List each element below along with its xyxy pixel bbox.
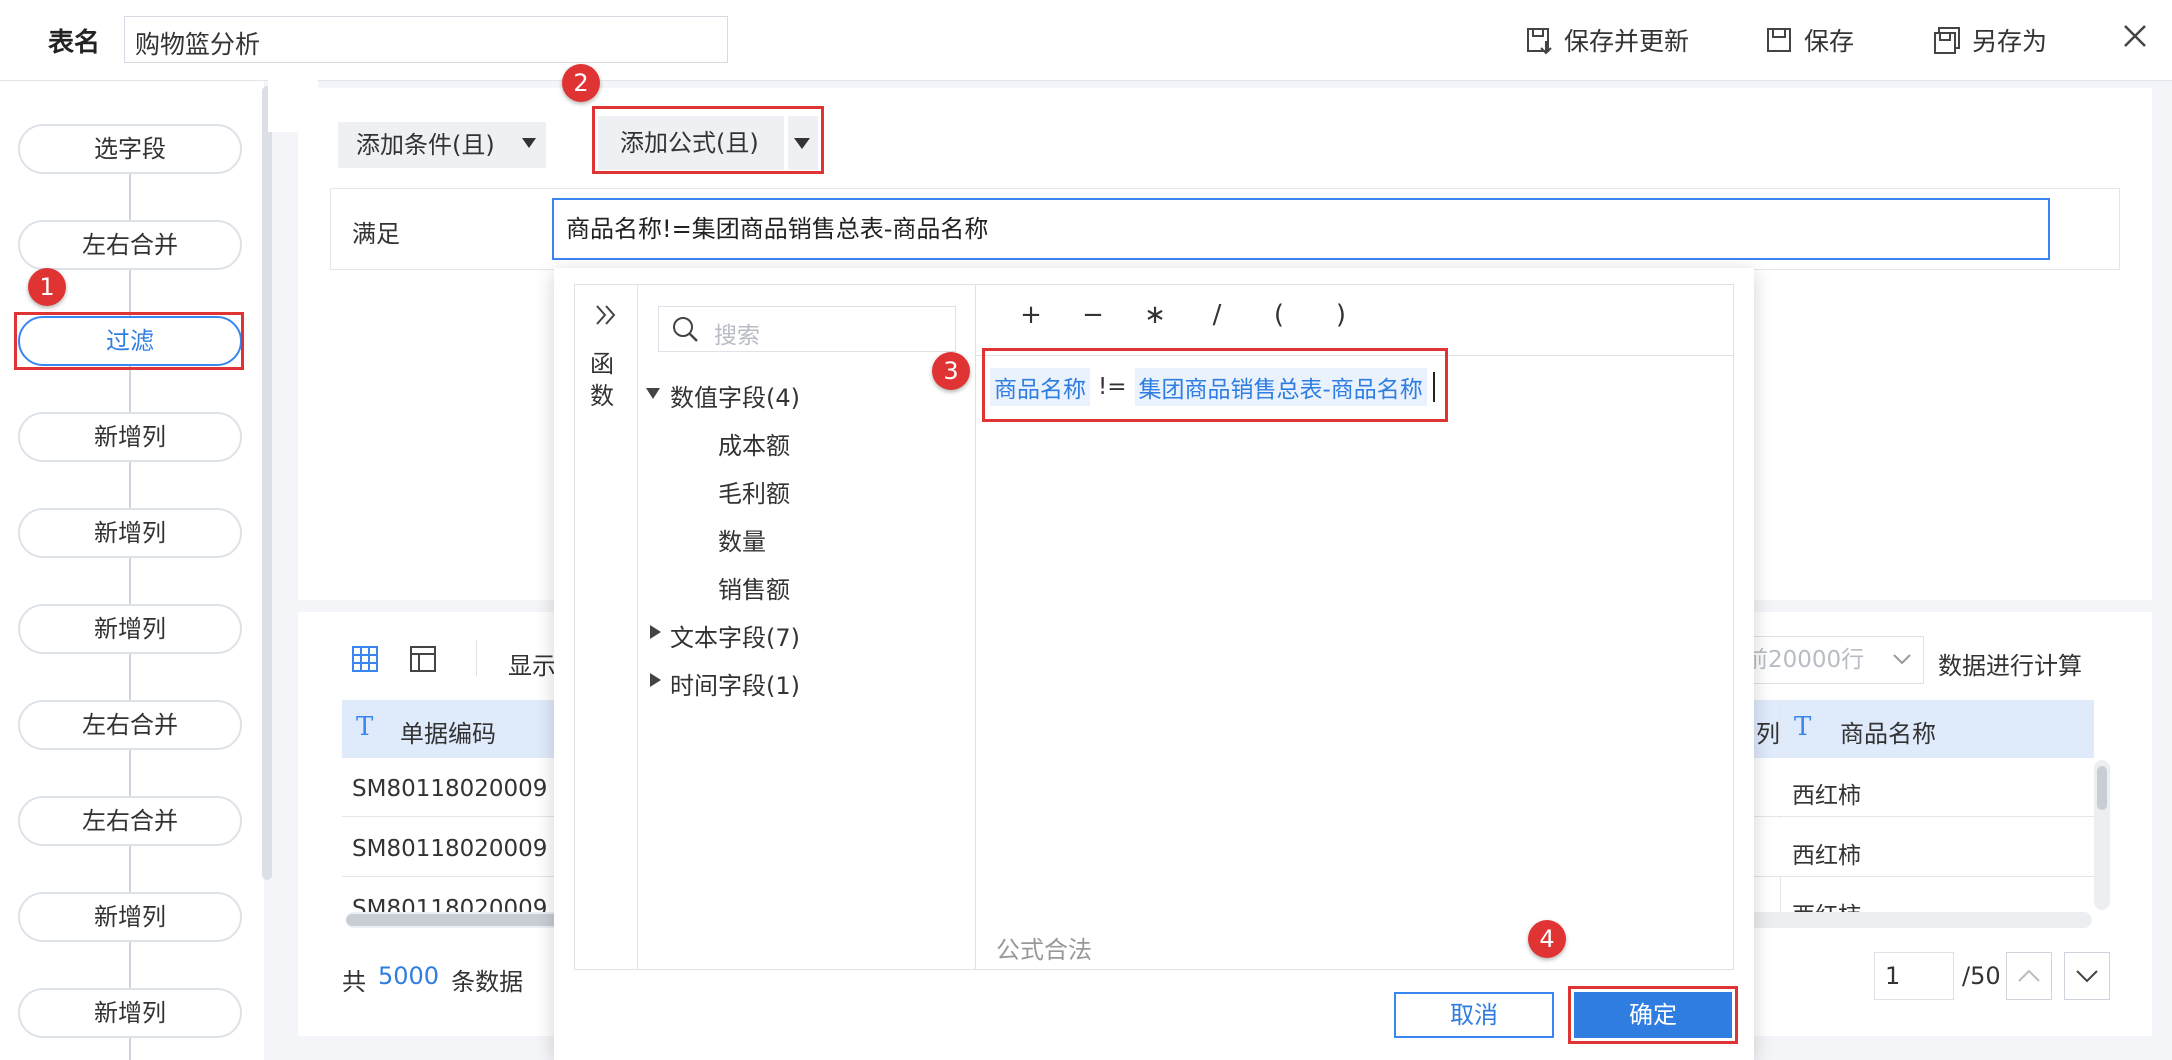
step-badge-2: 2 <box>562 64 600 102</box>
operator-close-paren[interactable]: ) <box>1326 300 1356 330</box>
step-badge-4: 4 <box>1528 920 1566 958</box>
text-type-icon: T <box>1794 712 1812 742</box>
add-condition-button[interactable]: 添加条件(且) <box>338 122 548 168</box>
page-total: /50 <box>1962 962 2001 990</box>
total-count: 共 5000 条数据 <box>342 962 523 997</box>
formula-status: 公式合法 <box>996 936 1092 964</box>
step-new-column-5[interactable]: 新增列 <box>18 988 242 1038</box>
field-item[interactable]: 数量 <box>718 522 766 557</box>
toolbar-divider <box>476 640 477 676</box>
save-update-icon <box>1527 28 1552 55</box>
page-number-input[interactable]: 1 <box>1874 952 1954 1000</box>
cell-product-name: 西红柿 <box>1792 783 1861 809</box>
condition-separator <box>546 118 556 172</box>
text-type-icon: T <box>356 712 374 742</box>
search-placeholder: 搜索 <box>714 323 760 349</box>
highlight-box-1 <box>14 312 244 370</box>
field-item[interactable]: 成本额 <box>718 426 790 461</box>
highlight-box-2 <box>592 106 824 174</box>
close-icon[interactable] <box>2117 18 2153 54</box>
operator-plus[interactable]: + <box>1016 300 1046 330</box>
operator-minus[interactable]: − <box>1078 300 1108 330</box>
show-label: 显示 <box>508 652 556 680</box>
caret-down-icon[interactable] <box>646 388 660 399</box>
step-badge-3: 3 <box>932 352 970 390</box>
table-name-input[interactable]: 购物篮分析 <box>124 16 728 63</box>
step-merge-1[interactable]: 左右合并 <box>18 220 242 270</box>
cell-doc-code: SM80118020009 <box>352 776 548 802</box>
chevron-up-icon <box>2018 969 2040 982</box>
step-new-column-4[interactable]: 新增列 <box>18 892 242 942</box>
total-number: 5000 <box>378 962 440 990</box>
save-icon <box>1767 28 1791 52</box>
operator-divide[interactable]: / <box>1202 300 1232 330</box>
save-button[interactable]: 保存 <box>1764 20 1854 60</box>
field-item[interactable]: 销售额 <box>718 570 790 605</box>
satisfy-label: 满足 <box>352 220 400 248</box>
save-and-update-label: 保存并更新 <box>1564 27 1690 56</box>
chevron-down-icon[interactable] <box>1892 652 1912 666</box>
layout-view-icon[interactable] <box>408 644 438 674</box>
search-icon <box>673 317 698 342</box>
save-as-button[interactable]: 另存为 <box>1932 20 2047 60</box>
table-name-label: 表名 <box>48 28 101 58</box>
total-prefix: 共 <box>342 968 366 996</box>
total-suffix: 条数据 <box>451 968 524 996</box>
prev-page-button[interactable] <box>2006 952 2052 1000</box>
cancel-button[interactable]: 取消 <box>1394 992 1554 1038</box>
function-label[interactable]: 函数 <box>590 348 614 412</box>
chevron-down-icon <box>2076 970 2098 983</box>
operator-open-paren[interactable]: ( <box>1264 300 1294 330</box>
step-new-column-1[interactable]: 新增列 <box>18 412 242 462</box>
column-header-hidden-tail: 列 <box>1756 720 1780 748</box>
highlight-box-3 <box>982 348 1448 422</box>
field-group-time[interactable]: 时间字段(1) <box>670 666 800 701</box>
step-new-column-3[interactable]: 新增列 <box>18 604 242 654</box>
field-search-input[interactable] <box>658 306 956 352</box>
vertical-scroll-thumb[interactable] <box>2097 766 2107 810</box>
save-as-icon <box>1934 27 1960 54</box>
double-chevron-right-icon[interactable] <box>592 302 620 328</box>
cell-product-name: 西红柿 <box>1792 843 1861 869</box>
step-select-fields[interactable]: 选字段 <box>18 124 242 174</box>
field-group-text[interactable]: 文本字段(7) <box>670 618 800 653</box>
cell-doc-code: SM80118020009 <box>352 836 548 862</box>
grid-view-icon[interactable] <box>350 644 380 674</box>
highlight-box-4 <box>1568 986 1738 1044</box>
add-condition-dropdown-icon[interactable] <box>522 138 536 148</box>
step-merge-3[interactable]: 左右合并 <box>18 796 242 846</box>
column-header-product-name[interactable]: 商品名称 <box>1840 714 1936 749</box>
save-label: 保存 <box>1804 27 1855 56</box>
step-new-column-2[interactable]: 新增列 <box>18 508 242 558</box>
panel-tab-gap <box>268 80 318 132</box>
horizontal-scroll-thumb[interactable] <box>346 914 566 926</box>
caret-right-icon[interactable] <box>650 625 661 639</box>
operator-multiply[interactable]: ∗ <box>1140 300 1170 330</box>
calc-label: 数据进行计算 <box>1938 652 2082 680</box>
column-header-doc-code[interactable]: 单据编码 <box>400 714 496 749</box>
step-merge-2[interactable]: 左右合并 <box>18 700 242 750</box>
save-as-label: 另存为 <box>1972 27 2048 56</box>
step-badge-1: 1 <box>28 268 66 306</box>
caret-right-icon[interactable] <box>650 673 661 687</box>
condition-formula-input[interactable]: 商品名称!=集团商品销售总表-商品名称 <box>552 198 2050 260</box>
field-item[interactable]: 毛利额 <box>718 474 790 509</box>
rail-scrollbar[interactable] <box>262 86 272 880</box>
next-page-button[interactable] <box>2064 952 2110 1000</box>
save-and-update-button[interactable]: 保存并更新 <box>1524 20 1689 60</box>
field-group-numeric[interactable]: 数值字段(4) <box>670 378 800 413</box>
